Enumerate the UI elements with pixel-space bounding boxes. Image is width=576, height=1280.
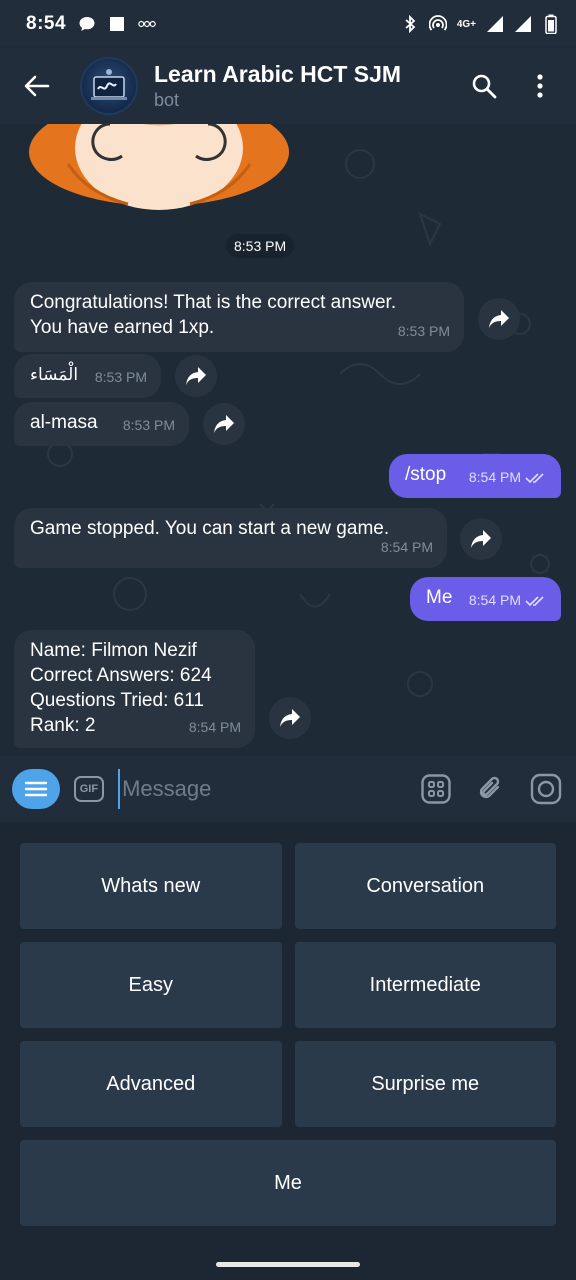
message-time: 8:54 PM bbox=[380, 539, 433, 555]
keyboard-button-whats-new[interactable]: Whats new bbox=[20, 843, 282, 929]
message-text: Game stopped. You can start a new game. bbox=[30, 518, 390, 539]
message-time-text: 8:54 PM bbox=[468, 592, 521, 608]
message-bubble[interactable]: al-masa 8:53 PM bbox=[14, 402, 189, 446]
message-bubble-outgoing[interactable]: Me 8:54 PM bbox=[410, 577, 561, 621]
search-icon bbox=[472, 74, 497, 99]
system-nav-bar bbox=[0, 1248, 576, 1280]
chat-header: Learn Arabic HCT SJM bot bbox=[0, 48, 576, 124]
network-type: 4G+ bbox=[456, 18, 476, 30]
share-arrow-icon bbox=[214, 415, 234, 433]
chat-messages-area[interactable]: 8:53 PM Congratulations! That is the cor… bbox=[0, 124, 576, 756]
paperclip-icon bbox=[479, 776, 500, 799]
search-button[interactable] bbox=[460, 62, 508, 110]
arrow-left-icon bbox=[24, 75, 50, 97]
square-notification-icon bbox=[108, 15, 126, 33]
message-time: 8:53 PM bbox=[122, 417, 175, 433]
keyboard-button-surprise-me[interactable]: Surprise me bbox=[294, 1041, 556, 1127]
keyboard-button-conversation[interactable]: Conversation bbox=[294, 843, 556, 929]
message-input[interactable] bbox=[118, 769, 411, 809]
keyboard-toggle-button[interactable] bbox=[418, 769, 453, 809]
avatar[interactable] bbox=[80, 57, 138, 115]
gif-button[interactable]: GIF bbox=[73, 776, 105, 802]
sticker-image[interactable] bbox=[28, 124, 290, 234]
share-arrow-icon bbox=[489, 310, 509, 328]
share-arrow-icon bbox=[186, 367, 206, 385]
back-button[interactable] bbox=[12, 61, 62, 111]
keyboard-button-advanced[interactable]: Advanced bbox=[20, 1041, 282, 1127]
more-vertical-icon bbox=[537, 74, 543, 98]
message-time: 8:54 PM bbox=[469, 465, 547, 490]
keyboard-button-easy[interactable]: Easy bbox=[20, 942, 282, 1028]
message-time: 8:53 PM bbox=[94, 369, 147, 385]
message-input-bar: GIF bbox=[0, 756, 576, 822]
message-time-text: 8:54 PM bbox=[468, 469, 521, 485]
message-bubble[interactable]: Name: Filmon Nezif Correct Answers: 624 … bbox=[14, 630, 255, 748]
home-gesture-handle[interactable] bbox=[216, 1262, 360, 1267]
share-button[interactable] bbox=[175, 355, 217, 397]
more-options-button[interactable] bbox=[516, 62, 564, 110]
menu-icon bbox=[24, 781, 47, 797]
bot-logo-icon bbox=[91, 69, 127, 100]
chat-title[interactable]: Learn Arabic HCT SJM bbox=[154, 60, 452, 88]
message-time: 8:54 PM bbox=[469, 588, 547, 613]
message-text: Congratulations! That is the correct ans… bbox=[30, 292, 397, 338]
app-notification-icon bbox=[138, 15, 156, 33]
message-bubble[interactable]: Congratulations! That is the correct ans… bbox=[14, 282, 464, 352]
keyboard-button-me[interactable]: Me bbox=[20, 1140, 556, 1226]
message-bubble-outgoing[interactable]: /stop 8:54 PM bbox=[389, 454, 561, 498]
camera-button[interactable] bbox=[529, 769, 564, 809]
double-check-icon bbox=[525, 472, 544, 483]
message-bubble[interactable]: الْمَسَاء 8:53 PM bbox=[14, 354, 161, 398]
attach-button[interactable] bbox=[473, 769, 508, 809]
battery-icon bbox=[542, 14, 560, 34]
signal-icon-2 bbox=[514, 15, 532, 33]
keyboard-button-intermediate[interactable]: Intermediate bbox=[294, 942, 556, 1028]
share-button[interactable] bbox=[269, 697, 311, 739]
status-time: 8:54 bbox=[26, 13, 67, 34]
message-time: 8:53 PM bbox=[226, 234, 295, 258]
bot-reply-keyboard: Whats new Conversation Easy Intermediate… bbox=[0, 822, 576, 1248]
message-time: 8:53 PM bbox=[397, 323, 450, 339]
bot-keyboard-icon bbox=[421, 774, 451, 804]
message-time: 8:54 PM bbox=[188, 719, 241, 735]
status-bar: 8:54 4G+ bbox=[0, 0, 576, 48]
hotspot-icon bbox=[428, 15, 447, 33]
chat-subtitle: bot bbox=[154, 90, 180, 110]
signal-icon bbox=[486, 15, 504, 33]
share-arrow-icon bbox=[280, 709, 300, 727]
bot-menu-button[interactable] bbox=[12, 769, 60, 809]
share-button[interactable] bbox=[478, 298, 520, 340]
bluetooth-icon bbox=[401, 15, 419, 33]
double-check-icon bbox=[525, 595, 544, 606]
message-text: الْمَسَاء bbox=[30, 365, 79, 384]
camera-icon bbox=[531, 773, 562, 805]
message-bubble[interactable]: Game stopped. You can start a new game. … bbox=[14, 508, 447, 568]
chat-notification-icon bbox=[78, 15, 96, 33]
share-arrow-icon bbox=[471, 530, 491, 548]
share-button[interactable] bbox=[460, 518, 502, 560]
share-button[interactable] bbox=[203, 403, 245, 445]
